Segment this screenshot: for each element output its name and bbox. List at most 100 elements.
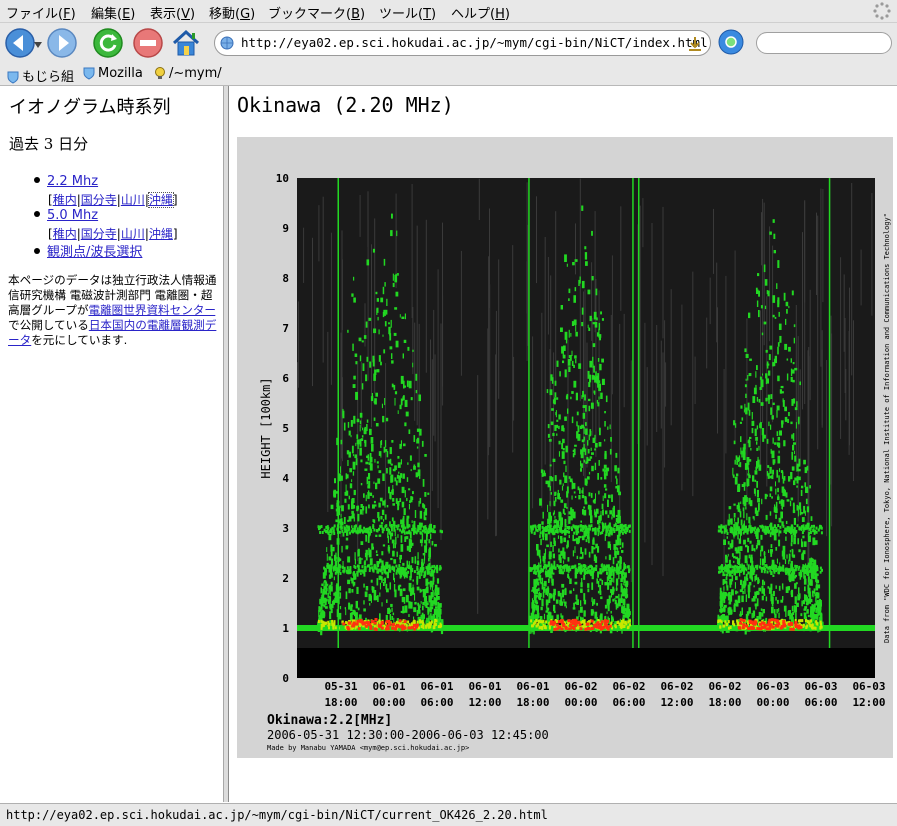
search-button-icon[interactable] — [716, 28, 746, 56]
echo-pixel — [619, 546, 622, 550]
layer-echo — [560, 524, 563, 528]
menu-view[interactable]: 表示(V) — [150, 3, 195, 22]
echo-pixel — [584, 496, 586, 503]
menu-edit[interactable]: 編集(E) — [91, 3, 135, 22]
echo-pixel — [388, 486, 390, 494]
menu-file[interactable]: ファイル(F) — [6, 3, 76, 22]
back-button-icon[interactable] — [4, 27, 36, 59]
bookmark-mozillagumi[interactable]: もじら組 — [6, 66, 74, 85]
station-link-okinawa[interactable]: 沖縄 — [149, 227, 173, 241]
layer-echo — [329, 564, 332, 568]
echo-pixel — [598, 442, 602, 447]
echo-pixel — [601, 358, 604, 363]
menu-bookmarks[interactable]: ブックマーク(B) — [268, 3, 365, 22]
y-tick-label: 10 — [276, 172, 289, 185]
menu-help[interactable]: ヘルプ(H) — [451, 3, 510, 22]
echo-pixel — [385, 614, 388, 621]
bullet-icon — [34, 248, 40, 254]
search-input[interactable] — [756, 32, 892, 54]
noise-streak — [364, 303, 366, 347]
freq-link-2-2[interactable]: 2.2 Mhz — [47, 174, 98, 189]
echo-pixel — [555, 599, 559, 604]
echo-pixel — [601, 378, 605, 385]
station-link-okinawa[interactable]: 沖縄 — [147, 192, 174, 208]
echo-pixel — [755, 603, 757, 610]
echo-pixel — [397, 534, 399, 538]
echo-pixel — [777, 342, 780, 347]
layer-echo — [345, 524, 348, 528]
echo-pixel — [363, 600, 365, 605]
reload-button-icon[interactable] — [92, 27, 124, 59]
layer-echo — [349, 570, 352, 574]
echo-pixel — [789, 549, 791, 553]
stop-button-icon[interactable] — [132, 27, 164, 59]
echo-pixel — [340, 518, 343, 523]
layer-echo — [581, 569, 584, 573]
echo-pixel — [794, 574, 797, 578]
echo-pixel — [376, 369, 380, 373]
station-select-link[interactable]: 観測点/波長選択 — [47, 245, 142, 260]
station-link-kokubunji[interactable]: 国分寺 — [81, 193, 117, 207]
echo-pixel — [561, 425, 564, 432]
noise-streak — [808, 347, 810, 585]
echo-pixel — [795, 582, 798, 585]
station-link-yamagawa[interactable]: 山川 — [121, 193, 145, 207]
address-bar[interactable]: http://eya02.ep.sci.hokudai.ac.jp/~mym/c… — [214, 30, 711, 56]
station-link-wakkanai[interactable]: 稚内 — [53, 227, 77, 241]
station-link-wakkanai[interactable]: 稚内 — [53, 193, 77, 207]
go-arrow-icon[interactable] — [686, 35, 704, 53]
layer-echo — [320, 626, 323, 630]
noise-streak — [831, 333, 833, 527]
echo-pixel — [384, 282, 386, 287]
echo-pixel — [776, 431, 779, 436]
bookmark-mozilla[interactable]: Mozilla — [82, 66, 143, 81]
echo-pixel — [403, 597, 406, 604]
echo-pixel — [819, 602, 822, 607]
echo-pixel — [777, 375, 780, 382]
home-button-icon[interactable] — [170, 27, 202, 59]
menu-tools[interactable]: ツール(T) — [379, 3, 436, 22]
strong-echo — [416, 623, 419, 627]
freq-link-5-0[interactable]: 5.0 Mhz — [47, 208, 98, 223]
forward-button-icon[interactable] — [46, 27, 78, 59]
layer-echo — [535, 528, 538, 532]
echo-pixel — [725, 554, 728, 560]
echo-pixel — [778, 323, 782, 330]
echo-pixel — [722, 579, 725, 586]
echo-pixel — [352, 454, 354, 457]
bookmark-mym[interactable]: /~mym/ — [153, 66, 222, 81]
layer-echo — [771, 567, 774, 570]
echo-pixel — [803, 541, 807, 547]
strong-echo — [739, 618, 743, 622]
menu-go[interactable]: 移動(G) — [209, 3, 255, 22]
back-dropdown-icon[interactable] — [33, 41, 43, 49]
echo-pixel — [564, 601, 566, 607]
echo-pixel — [749, 436, 752, 440]
echo-pixel — [727, 541, 730, 545]
layer-echo — [808, 531, 811, 535]
layer-echo — [328, 626, 330, 630]
echo-pixel — [598, 383, 601, 392]
echo-pixel — [393, 523, 395, 527]
echo-pixel — [607, 514, 610, 518]
echo-pixel — [363, 428, 366, 434]
echo-pixel — [359, 412, 363, 418]
y-tick-label: 5 — [282, 422, 289, 435]
station-link-yamagawa[interactable]: 山川 — [121, 227, 145, 241]
layer-echo — [388, 531, 391, 535]
echo-pixel — [539, 593, 542, 597]
strong-echo — [574, 620, 578, 624]
layer-echo — [359, 530, 362, 534]
station-link-kokubunji[interactable]: 国分寺 — [81, 227, 117, 241]
wdc-link[interactable]: 電離圏世界資料センター — [88, 303, 215, 317]
echo-pixel — [548, 512, 551, 519]
layer-echo — [542, 623, 545, 627]
echo-pixel — [776, 283, 778, 289]
layer-echo — [593, 567, 596, 571]
echo-pixel — [416, 428, 420, 432]
noise-streak — [706, 317, 708, 369]
layer-echo — [333, 622, 336, 626]
echo-pixel — [791, 369, 795, 374]
echo-pixel — [397, 462, 401, 468]
layer-echo — [739, 564, 742, 568]
